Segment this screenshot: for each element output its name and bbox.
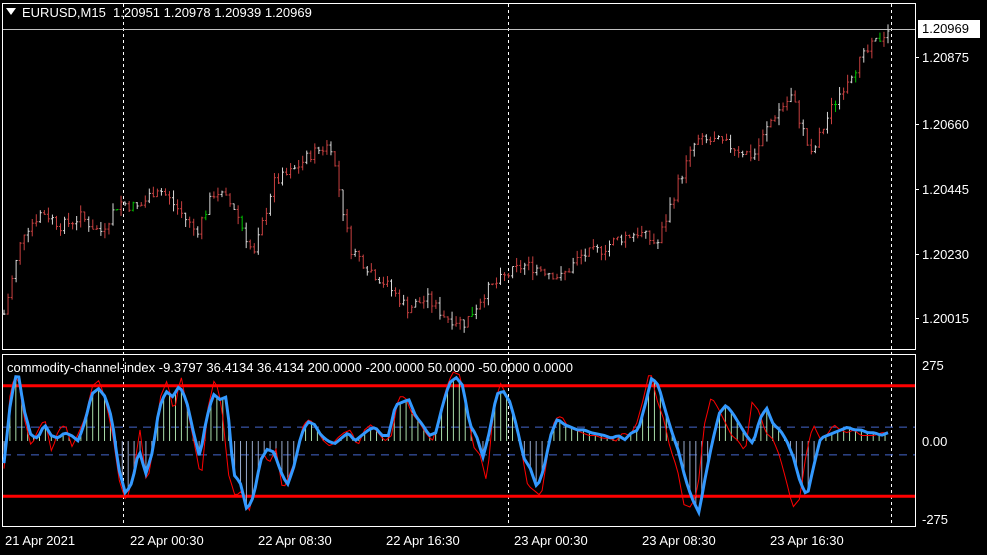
chart-canvas[interactable] <box>0 0 987 555</box>
price-tick-label: 1.20015 <box>922 311 969 326</box>
price-tick-label: 1.20875 <box>922 50 969 65</box>
price-tick-label: 1.20230 <box>922 247 969 262</box>
time-tick-label: 22 Apr 16:30 <box>386 533 460 548</box>
time-tick-label: 23 Apr 08:30 <box>642 533 716 548</box>
price-tick-label: 1.20660 <box>922 117 969 132</box>
chart-header[interactable]: EURUSD,M15 1.20951 1.20978 1.20939 1.209… <box>6 5 312 20</box>
symbol-timeframe: EURUSD,M15 <box>22 5 106 20</box>
dropdown-triangle-icon[interactable] <box>6 8 16 15</box>
time-tick-label: 23 Apr 00:30 <box>514 533 588 548</box>
price-tick-label: 1.20445 <box>922 182 969 197</box>
indicator-label: commodity-channel-index -9.3797 36.4134 … <box>7 360 573 375</box>
time-tick-label: 23 Apr 16:30 <box>770 533 844 548</box>
cci-tick-label: 275 <box>922 358 944 373</box>
cci-tick-label: -275 <box>922 512 949 527</box>
time-tick-label: 21 Apr 2021 <box>5 533 76 548</box>
time-tick-label: 22 Apr 00:30 <box>130 533 204 548</box>
ohlc-values: 1.20951 1.20978 1.20939 1.20969 <box>113 5 312 20</box>
time-tick-label: 22 Apr 08:30 <box>258 533 332 548</box>
cci-tick-label: 0.00 <box>922 434 948 449</box>
current-price-label: 1.20969 <box>918 20 980 38</box>
